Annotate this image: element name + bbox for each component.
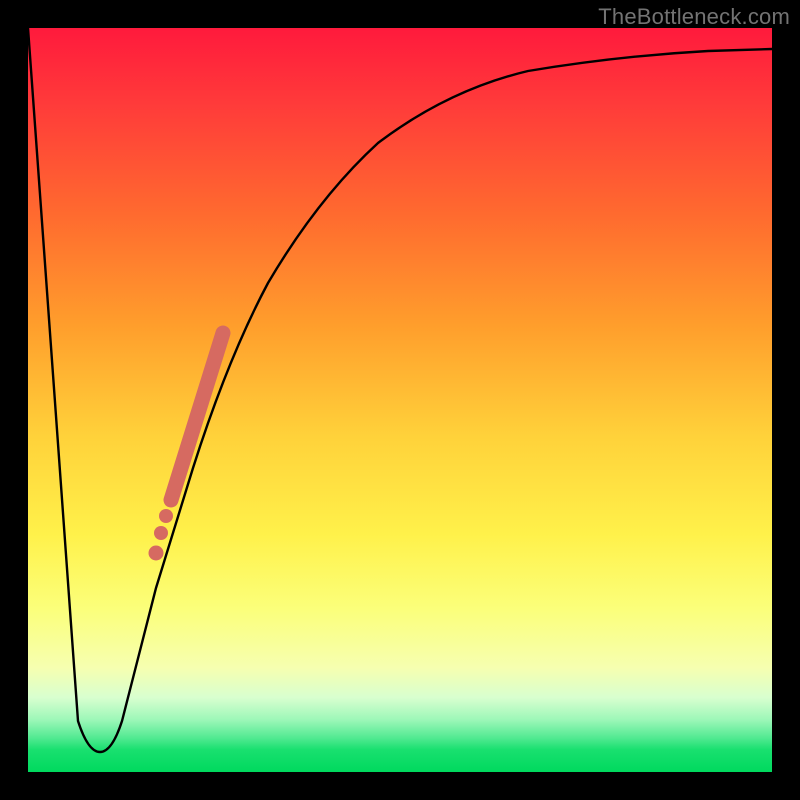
- highlight-dot: [159, 509, 173, 523]
- highlight-segment: [171, 333, 223, 500]
- bottleneck-curve: [28, 28, 772, 752]
- curve-layer: [28, 28, 772, 772]
- highlight-dot: [149, 546, 164, 561]
- plot-area: [28, 28, 772, 772]
- chart-frame: TheBottleneck.com: [0, 0, 800, 800]
- highlight-dot: [154, 526, 168, 540]
- watermark-text: TheBottleneck.com: [598, 4, 790, 30]
